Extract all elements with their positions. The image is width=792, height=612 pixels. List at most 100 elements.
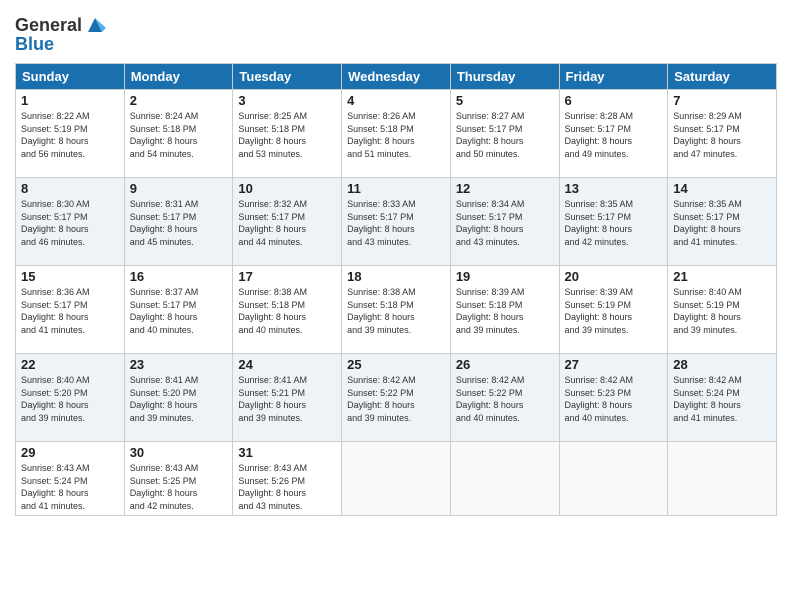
calendar-cell: 7Sunrise: 8:29 AM Sunset: 5:17 PM Daylig… xyxy=(668,90,777,178)
calendar-cell: 4 Sunrise: 8:26 AM Sunset: 5:18 PM Daylig… xyxy=(342,90,451,178)
weekday-header-tuesday: Tuesday xyxy=(233,64,342,90)
weekday-header-sunday: Sunday xyxy=(16,64,125,90)
day-number: 2 xyxy=(130,93,228,108)
logo-icon xyxy=(84,14,106,36)
logo-general-text: General xyxy=(15,15,82,36)
calendar-cell: 21 Sunrise: 8:40 AM Sunset: 5:19 PM Dayli… xyxy=(668,266,777,354)
day-info: Sunrise: 8:38 AM Sunset: 5:18 PM Dayligh… xyxy=(347,286,445,336)
calendar-week-row: 15 Sunrise: 8:36 AM Sunset: 5:17 PM Dayli… xyxy=(16,266,777,354)
day-number: 6 xyxy=(565,93,663,108)
day-info: Sunrise: 8:22 AM Sunset: 5:19 PM Dayligh… xyxy=(21,110,119,160)
day-number: 27 xyxy=(565,357,663,372)
day-number: 25 xyxy=(347,357,445,372)
weekday-header-friday: Friday xyxy=(559,64,668,90)
calendar-week-row: 22 Sunrise: 8:40 AM Sunset: 5:20 PM Dayli… xyxy=(16,354,777,442)
day-number: 3 xyxy=(238,93,336,108)
calendar-cell: 10Sunrise: 8:32 AM Sunset: 5:17 PM Dayli… xyxy=(233,178,342,266)
calendar-table: SundayMondayTuesdayWednesdayThursdayFrid… xyxy=(15,63,777,516)
day-info: Sunrise: 8:24 AM Sunset: 5:18 PM Dayligh… xyxy=(130,110,228,160)
calendar-cell: 30Sunrise: 8:43 AM Sunset: 5:25 PM Dayli… xyxy=(124,442,233,516)
page: General Blue SundayMondayTuesdayWednesda… xyxy=(0,0,792,612)
day-number: 29 xyxy=(21,445,119,460)
calendar-cell: 2 Sunrise: 8:24 AM Sunset: 5:18 PM Daylig… xyxy=(124,90,233,178)
calendar-cell: 24 Sunrise: 8:41 AM Sunset: 5:21 PM Dayli… xyxy=(233,354,342,442)
day-number: 5 xyxy=(456,93,554,108)
day-number: 13 xyxy=(565,181,663,196)
day-number: 24 xyxy=(238,357,336,372)
day-number: 11 xyxy=(347,181,445,196)
day-number: 8 xyxy=(21,181,119,196)
day-info: Sunrise: 8:42 AM Sunset: 5:22 PM Dayligh… xyxy=(347,374,445,424)
day-info: Sunrise: 8:28 AM Sunset: 5:17 PM Dayligh… xyxy=(565,110,663,160)
day-info: Sunrise: 8:39 AM Sunset: 5:19 PM Dayligh… xyxy=(565,286,663,336)
day-number: 28 xyxy=(673,357,771,372)
day-info: Sunrise: 8:39 AM Sunset: 5:18 PM Dayligh… xyxy=(456,286,554,336)
calendar-week-row: 1 Sunrise: 8:22 AM Sunset: 5:19 PM Daylig… xyxy=(16,90,777,178)
day-info: Sunrise: 8:33 AM Sunset: 5:17 PM Dayligh… xyxy=(347,198,445,248)
calendar-cell xyxy=(668,442,777,516)
logo: General Blue xyxy=(15,15,106,55)
calendar-body: 1 Sunrise: 8:22 AM Sunset: 5:19 PM Daylig… xyxy=(16,90,777,516)
day-info: Sunrise: 8:38 AM Sunset: 5:18 PM Dayligh… xyxy=(238,286,336,336)
calendar-week-row: 29 Sunrise: 8:43 AM Sunset: 5:24 PM Dayli… xyxy=(16,442,777,516)
day-info: Sunrise: 8:36 AM Sunset: 5:17 PM Dayligh… xyxy=(21,286,119,336)
calendar-cell: 19Sunrise: 8:39 AM Sunset: 5:18 PM Dayli… xyxy=(450,266,559,354)
day-info: Sunrise: 8:32 AM Sunset: 5:17 PM Dayligh… xyxy=(238,198,336,248)
calendar-cell: 12 Sunrise: 8:34 AM Sunset: 5:17 PM Dayli… xyxy=(450,178,559,266)
day-info: Sunrise: 8:29 AM Sunset: 5:17 PM Dayligh… xyxy=(673,110,771,160)
day-info: Sunrise: 8:31 AM Sunset: 5:17 PM Dayligh… xyxy=(130,198,228,248)
calendar-cell: 29 Sunrise: 8:43 AM Sunset: 5:24 PM Dayli… xyxy=(16,442,125,516)
calendar-cell: 26 Sunrise: 8:42 AM Sunset: 5:22 PM Dayli… xyxy=(450,354,559,442)
header: General Blue xyxy=(15,10,777,55)
calendar-cell: 14Sunrise: 8:35 AM Sunset: 5:17 PM Dayli… xyxy=(668,178,777,266)
day-number: 18 xyxy=(347,269,445,284)
day-number: 16 xyxy=(130,269,228,284)
day-number: 21 xyxy=(673,269,771,284)
day-info: Sunrise: 8:41 AM Sunset: 5:21 PM Dayligh… xyxy=(238,374,336,424)
day-info: Sunrise: 8:26 AM Sunset: 5:18 PM Dayligh… xyxy=(347,110,445,160)
day-info: Sunrise: 8:43 AM Sunset: 5:25 PM Dayligh… xyxy=(130,462,228,512)
calendar-cell: 18 Sunrise: 8:38 AM Sunset: 5:18 PM Dayli… xyxy=(342,266,451,354)
calendar-cell: 3 Sunrise: 8:25 AM Sunset: 5:18 PM Daylig… xyxy=(233,90,342,178)
day-info: Sunrise: 8:34 AM Sunset: 5:17 PM Dayligh… xyxy=(456,198,554,248)
day-info: Sunrise: 8:40 AM Sunset: 5:20 PM Dayligh… xyxy=(21,374,119,424)
calendar-cell xyxy=(559,442,668,516)
day-number: 22 xyxy=(21,357,119,372)
day-info: Sunrise: 8:43 AM Sunset: 5:26 PM Dayligh… xyxy=(238,462,336,512)
day-number: 26 xyxy=(456,357,554,372)
day-number: 17 xyxy=(238,269,336,284)
day-number: 15 xyxy=(21,269,119,284)
calendar-cell: 16 Sunrise: 8:37 AM Sunset: 5:17 PM Dayli… xyxy=(124,266,233,354)
day-info: Sunrise: 8:35 AM Sunset: 5:17 PM Dayligh… xyxy=(565,198,663,248)
day-info: Sunrise: 8:43 AM Sunset: 5:24 PM Dayligh… xyxy=(21,462,119,512)
day-number: 1 xyxy=(21,93,119,108)
calendar-cell: 23Sunrise: 8:41 AM Sunset: 5:20 PM Dayli… xyxy=(124,354,233,442)
day-info: Sunrise: 8:42 AM Sunset: 5:24 PM Dayligh… xyxy=(673,374,771,424)
day-number: 31 xyxy=(238,445,336,460)
calendar-header: SundayMondayTuesdayWednesdayThursdayFrid… xyxy=(16,64,777,90)
day-number: 12 xyxy=(456,181,554,196)
calendar-cell: 1 Sunrise: 8:22 AM Sunset: 5:19 PM Daylig… xyxy=(16,90,125,178)
calendar-cell: 5Sunrise: 8:27 AM Sunset: 5:17 PM Daylig… xyxy=(450,90,559,178)
day-number: 23 xyxy=(130,357,228,372)
weekday-header-wednesday: Wednesday xyxy=(342,64,451,90)
calendar-cell: 11 Sunrise: 8:33 AM Sunset: 5:17 PM Dayli… xyxy=(342,178,451,266)
day-info: Sunrise: 8:30 AM Sunset: 5:17 PM Dayligh… xyxy=(21,198,119,248)
day-number: 4 xyxy=(347,93,445,108)
day-info: Sunrise: 8:37 AM Sunset: 5:17 PM Dayligh… xyxy=(130,286,228,336)
calendar-cell: 15 Sunrise: 8:36 AM Sunset: 5:17 PM Dayli… xyxy=(16,266,125,354)
calendar-cell: 27Sunrise: 8:42 AM Sunset: 5:23 PM Dayli… xyxy=(559,354,668,442)
weekday-header-thursday: Thursday xyxy=(450,64,559,90)
day-info: Sunrise: 8:40 AM Sunset: 5:19 PM Dayligh… xyxy=(673,286,771,336)
calendar-cell: 9 Sunrise: 8:31 AM Sunset: 5:17 PM Daylig… xyxy=(124,178,233,266)
day-info: Sunrise: 8:35 AM Sunset: 5:17 PM Dayligh… xyxy=(673,198,771,248)
weekday-header-monday: Monday xyxy=(124,64,233,90)
weekday-header-row: SundayMondayTuesdayWednesdayThursdayFrid… xyxy=(16,64,777,90)
weekday-header-saturday: Saturday xyxy=(668,64,777,90)
day-number: 9 xyxy=(130,181,228,196)
calendar-cell: 31 Sunrise: 8:43 AM Sunset: 5:26 PM Dayli… xyxy=(233,442,342,516)
logo-blue-text: Blue xyxy=(15,34,106,55)
calendar-week-row: 8 Sunrise: 8:30 AM Sunset: 5:17 PM Daylig… xyxy=(16,178,777,266)
day-info: Sunrise: 8:42 AM Sunset: 5:22 PM Dayligh… xyxy=(456,374,554,424)
day-info: Sunrise: 8:25 AM Sunset: 5:18 PM Dayligh… xyxy=(238,110,336,160)
